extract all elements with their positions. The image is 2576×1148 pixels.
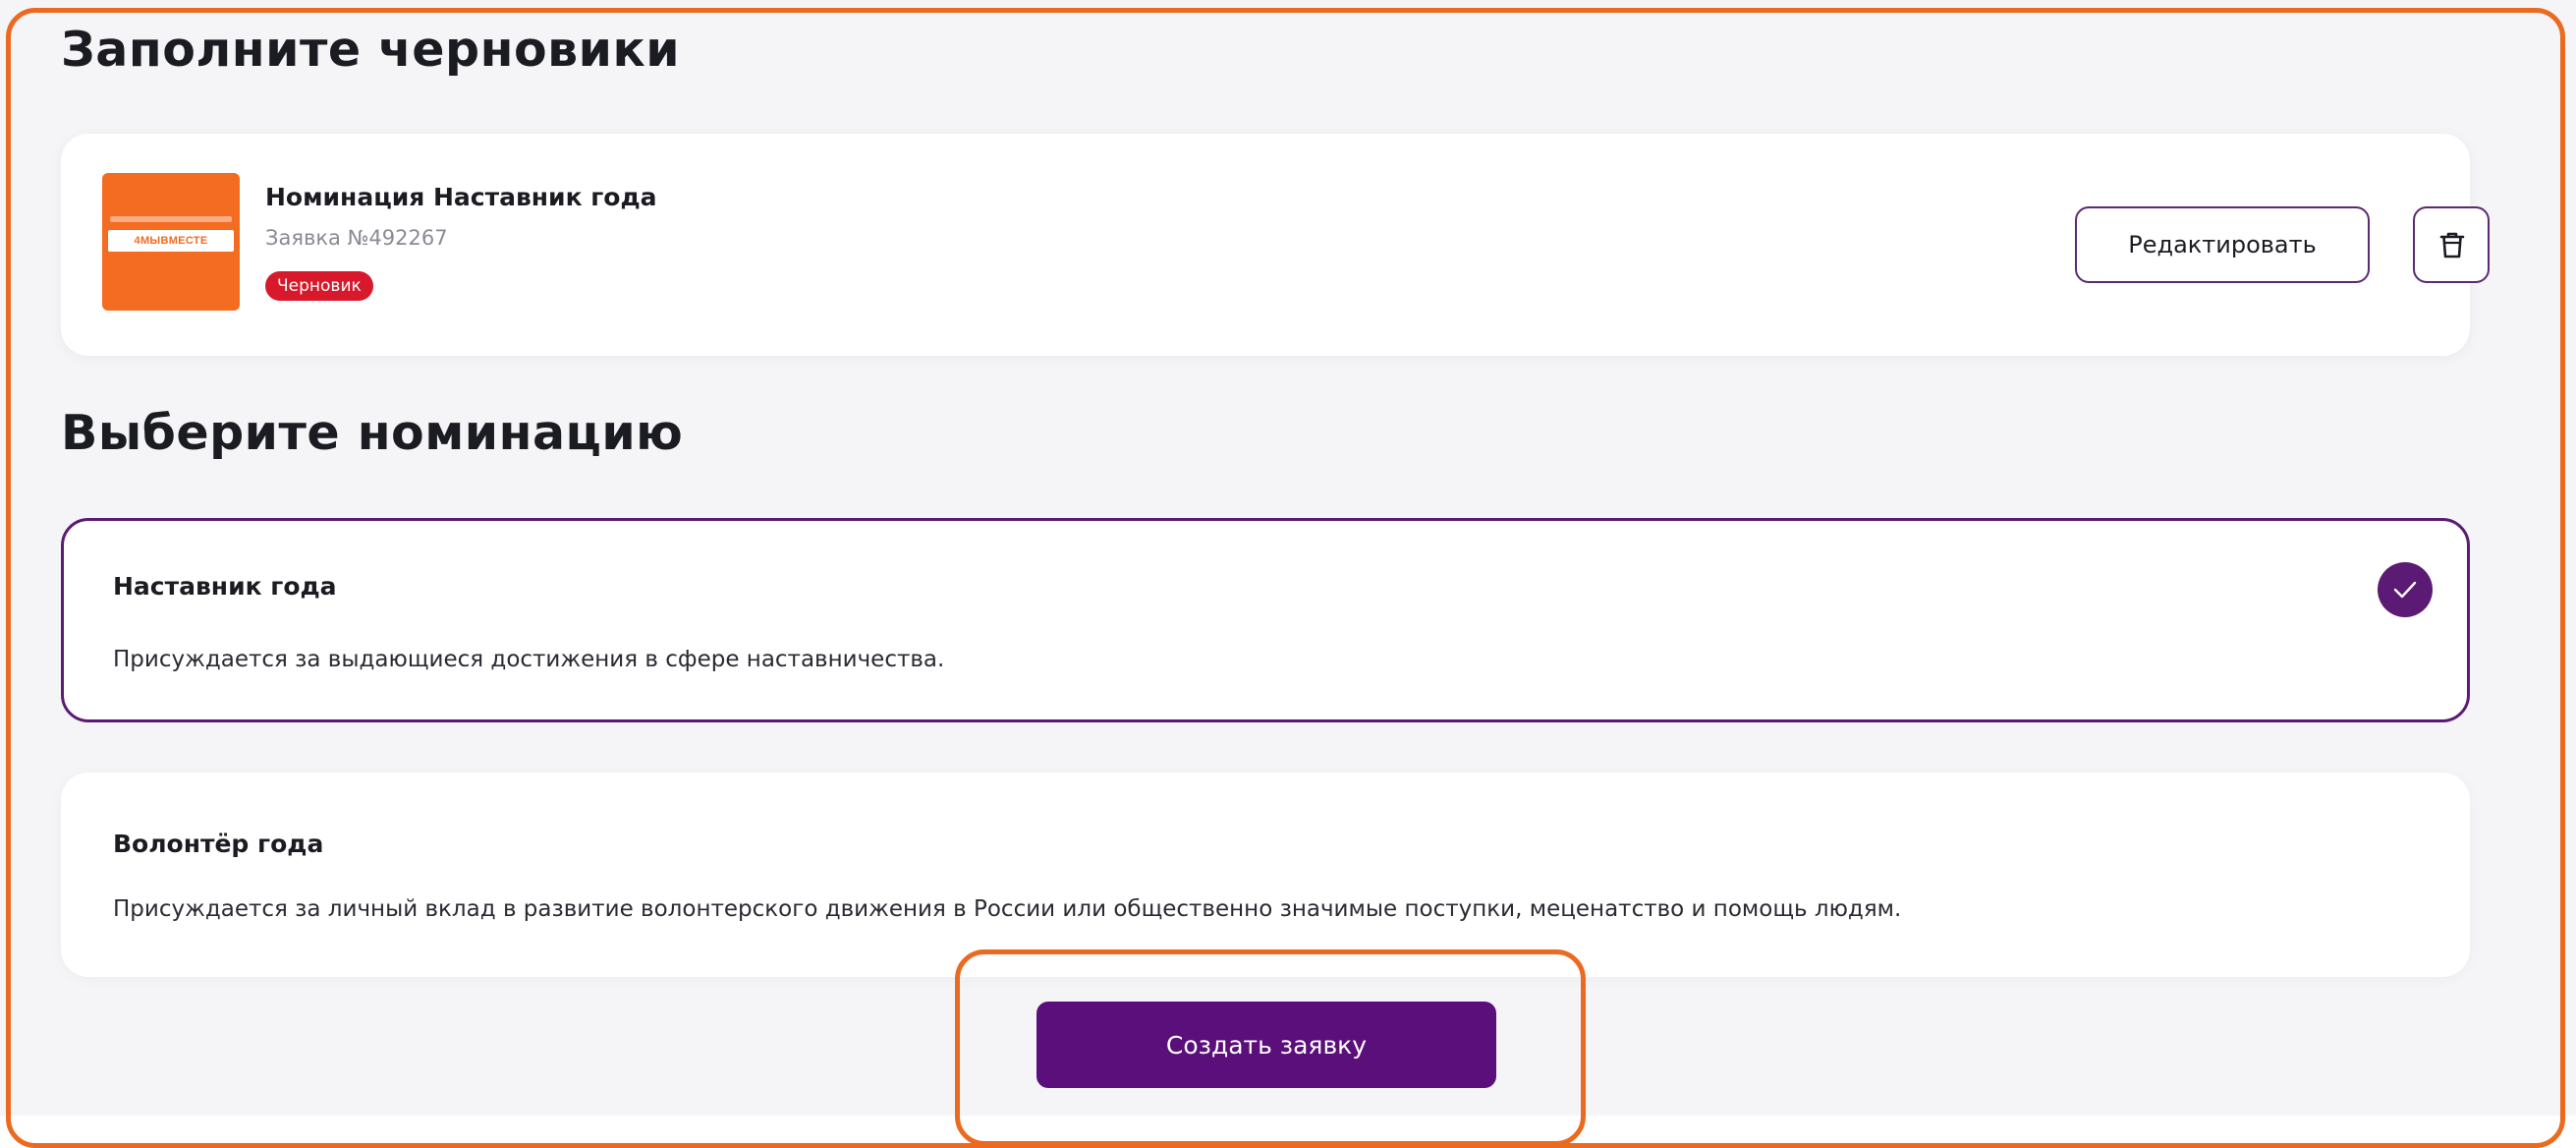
drafts-section-title: Заполните черновики <box>61 22 681 78</box>
nomination-title: Волонтёр года <box>113 830 324 858</box>
nomination-description: Присуждается за личный вклад в развитие … <box>113 896 1902 922</box>
delete-button[interactable] <box>2413 206 2490 283</box>
page: Заполните черновики 4МЫВМЕСТЕ Номинация … <box>0 0 2576 1148</box>
thumbnail-logo: 4МЫВМЕСТЕ <box>108 230 234 252</box>
nomination-description: Присуждается за выдающиеся достижения в … <box>113 647 945 672</box>
draft-card: 4МЫВМЕСТЕ Номинация Наставник года Заявк… <box>61 134 2490 356</box>
nomination-card-mentor[interactable]: Наставник года Присуждается за выдающиес… <box>61 518 2470 722</box>
draft-number: Заявка №492267 <box>265 226 448 250</box>
nomination-card-volunteer[interactable]: Волонтёр года Присуждается за личный вкл… <box>61 773 2470 977</box>
status-badge: Черновик <box>265 271 373 301</box>
edit-button[interactable]: Редактировать <box>2075 206 2370 283</box>
draft-name: Номинация Наставник года <box>265 183 657 211</box>
draft-thumbnail: 4МЫВМЕСТЕ <box>102 173 240 311</box>
thumbnail-stripe <box>110 216 232 222</box>
nomination-title: Наставник года <box>113 572 337 601</box>
create-application-button[interactable]: Создать заявку <box>1036 1002 1496 1088</box>
trash-icon <box>2439 232 2465 258</box>
check-icon <box>2378 562 2433 617</box>
nominations-section-title: Выберите номинацию <box>61 405 684 461</box>
